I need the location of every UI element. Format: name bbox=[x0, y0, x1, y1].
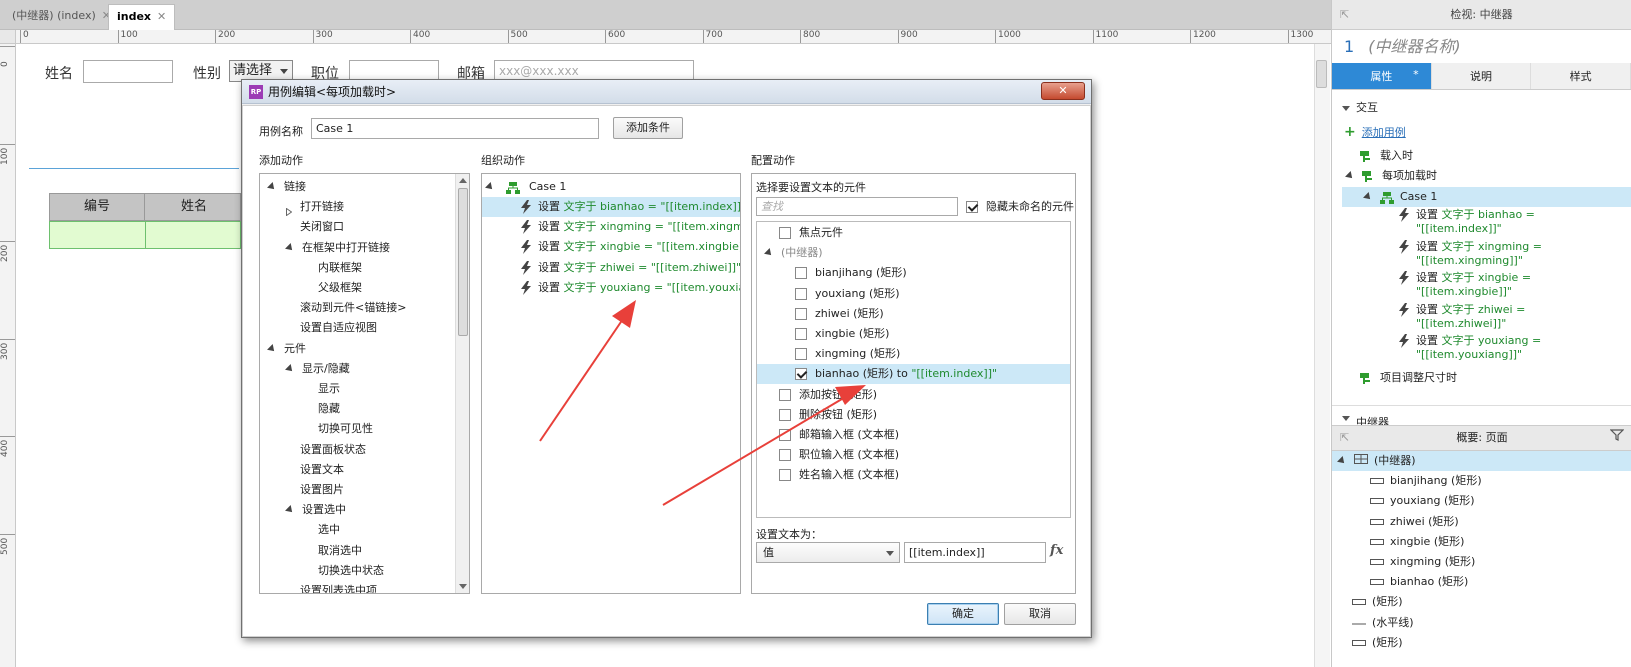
annotation-arrows bbox=[539, 300, 866, 506]
annotation-arrow bbox=[539, 300, 636, 442]
annotation-arrow bbox=[662, 385, 866, 506]
